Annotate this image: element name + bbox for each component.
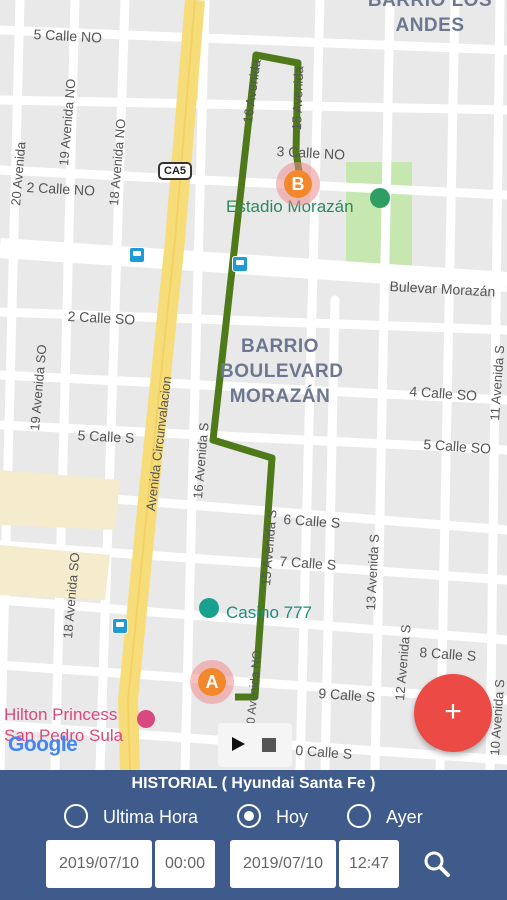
- casino-label[interactable]: Casino 777: [226, 603, 312, 623]
- highway-shield: CA5: [158, 162, 193, 180]
- end-marker-label: B: [284, 170, 312, 198]
- bus-stop-icon: [112, 618, 128, 634]
- to-time-field[interactable]: 12:47: [339, 840, 399, 888]
- start-marker[interactable]: A: [190, 660, 234, 704]
- street-label: 5 Calle S: [77, 427, 135, 446]
- start-marker-label: A: [198, 668, 226, 696]
- play-icon[interactable]: [232, 737, 245, 751]
- street-label: 15 Avenida: [289, 65, 307, 131]
- bus-stop-icon: [129, 247, 145, 263]
- hotel-icon: [137, 710, 155, 728]
- search-icon[interactable]: [418, 845, 458, 885]
- radio-icon[interactable]: [64, 804, 88, 828]
- casino-icon: [199, 598, 219, 618]
- add-button[interactable]: +: [414, 674, 492, 752]
- google-logo: Google: [8, 733, 78, 756]
- district-label: BARRIO BOULEVARD MORAZÁN: [220, 336, 344, 407]
- park-area: [346, 162, 412, 270]
- radio-checked-icon[interactable]: [237, 804, 261, 828]
- history-panel: HISTORIAL ( Hyundai Santa Fe ) Ultima Ho…: [0, 770, 507, 900]
- bus-stop-icon: [232, 256, 248, 272]
- district-label: BARRIO LOS ANDES: [367, 0, 493, 36]
- radio-icon[interactable]: [347, 804, 371, 828]
- playback-controls: [218, 723, 292, 767]
- from-date-field[interactable]: 2019/07/10: [46, 840, 152, 888]
- panel-title: HISTORIAL ( Hyundai Santa Fe ): [131, 775, 376, 792]
- to-date-field[interactable]: 2019/07/10: [230, 840, 336, 888]
- stop-icon[interactable]: [262, 738, 276, 752]
- end-marker[interactable]: B: [276, 162, 320, 206]
- stadium-icon: [370, 188, 390, 208]
- from-time-field[interactable]: 00:00: [155, 840, 215, 888]
- map-view[interactable]: 5 Calle NO 3 Calle NO 2 Calle NO 2 Calle…: [0, 0, 507, 770]
